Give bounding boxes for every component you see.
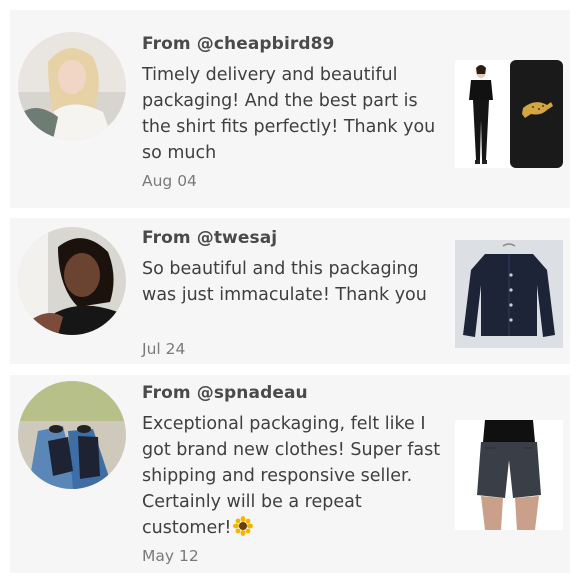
review-list: From @cheapbird89 Timely delivery and be… [0, 0, 580, 580]
review-date: Aug 04 [142, 172, 197, 190]
review-date: Jul 24 [142, 340, 186, 358]
review-text-content: Exceptional packaging, felt like I got b… [142, 414, 441, 538]
reviewer-avatar[interactable] [18, 381, 126, 489]
review-card[interactable]: From @spnadeau Exceptional packaging, fe… [10, 375, 570, 573]
review-text: Exceptional packaging, felt like I got b… [142, 411, 442, 544]
review-text: Timely delivery and beautiful packaging!… [142, 65, 436, 163]
sunflower-icon [233, 516, 254, 544]
review-card[interactable]: From @twesaj So beautiful and this packa… [10, 218, 570, 364]
product-thumbnail[interactable] [455, 240, 563, 348]
review-card[interactable]: From @cheapbird89 Timely delivery and be… [10, 10, 570, 208]
reviewer-avatar[interactable] [18, 227, 126, 335]
reviewer-name[interactable]: From @spnadeau [142, 383, 308, 403]
product-thumbnail[interactable] [455, 60, 563, 168]
review-text: So beautiful and this packaging was just… [142, 259, 427, 305]
reviewer-name[interactable]: From @cheapbird89 [142, 34, 334, 54]
product-thumbnail[interactable] [455, 420, 563, 530]
reviewer-name[interactable]: From @twesaj [142, 228, 277, 248]
reviewer-avatar[interactable] [18, 32, 126, 140]
review-date: May 12 [142, 547, 199, 565]
